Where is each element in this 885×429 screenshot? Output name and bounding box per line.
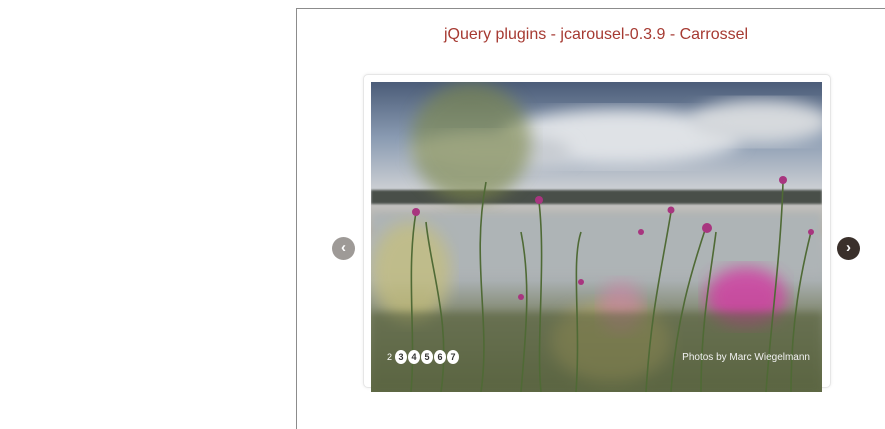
pagination-page[interactable]: 2 (385, 350, 394, 364)
carousel-slide-image (371, 82, 822, 392)
carousel-prev-button[interactable]: ‹ (332, 237, 355, 260)
pagination-page[interactable]: 5 (421, 350, 433, 364)
photo-credit: Photos by Marc Wiegelmann (682, 352, 810, 363)
pagination-page[interactable]: 3 (395, 350, 407, 364)
pagination-page[interactable]: 6 (434, 350, 446, 364)
carousel-next-button[interactable]: › (837, 237, 860, 260)
page-title: jQuery plugins - jcarousel-0.3.9 - Carro… (443, 26, 749, 43)
carousel-pagination: 234567 (385, 350, 460, 364)
meadow-photo (371, 82, 822, 392)
pagination-page[interactable]: 7 (447, 350, 459, 364)
pagination-page[interactable]: 4 (408, 350, 420, 364)
